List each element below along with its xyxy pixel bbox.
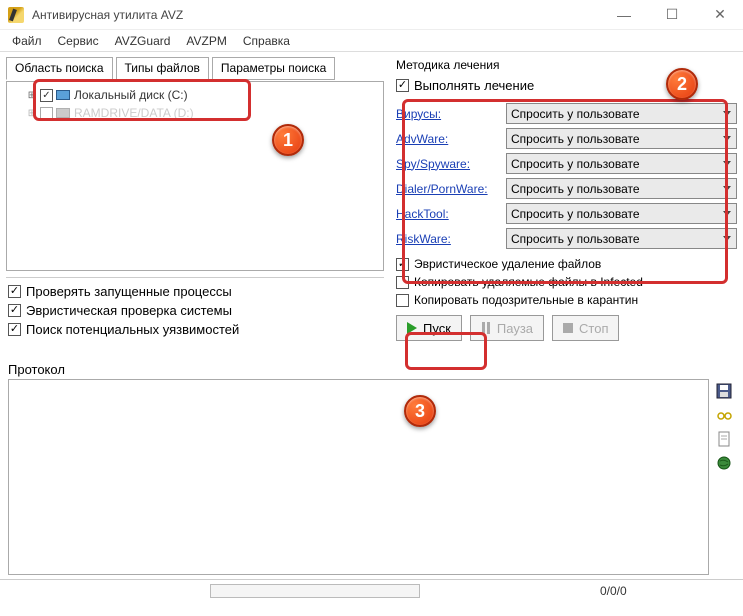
drive-c-label: Локальный диск (C:) — [74, 88, 188, 102]
label-copy-infected: Копировать удаляемые файлы в Infected — [414, 275, 643, 289]
drive-tree[interactable]: ⊞ ✓ Локальный диск (C:) ⊞ RAMDRIVE/DATA … — [6, 81, 384, 271]
label-heur-del: Эвристическое удаление файлов — [414, 257, 601, 271]
checkbox-copy-quarantine[interactable] — [396, 294, 409, 307]
tab-scan-area[interactable]: Область поиска — [6, 57, 113, 80]
checkbox-proc[interactable] — [8, 285, 21, 298]
label-perform-cure: Выполнять лечение — [414, 78, 534, 93]
document-icon[interactable] — [716, 431, 732, 447]
combo-advware[interactable]: Спросить у пользовате — [506, 128, 737, 149]
tab-scan-params[interactable]: Параметры поиска — [212, 57, 335, 80]
menu-help[interactable]: Справка — [237, 32, 296, 50]
checkbox-drive-c[interactable]: ✓ — [40, 89, 53, 102]
menu-avzguard[interactable]: AVZGuard — [109, 32, 177, 50]
checkbox-heur-del[interactable] — [396, 258, 409, 271]
checkbox-copy-infected[interactable] — [396, 276, 409, 289]
globe-icon[interactable] — [716, 455, 732, 471]
link-riskware[interactable]: RiskWare: — [396, 232, 506, 246]
drive-other-label: RAMDRIVE/DATA (D:) — [74, 106, 194, 120]
combo-hacktool[interactable]: Спросить у пользовате — [506, 203, 737, 224]
link-virus[interactable]: Вирусы: — [396, 107, 506, 121]
title-bar: Антивирусная утилита AVZ — ☐ ✕ — [0, 0, 743, 30]
combo-spy[interactable]: Спросить у пользовате — [506, 153, 737, 174]
menu-service[interactable]: Сервис — [52, 32, 105, 50]
label-copy-quarantine: Копировать подозрительные в карантин — [414, 293, 638, 307]
combo-virus[interactable]: Спросить у пользовате — [506, 103, 737, 124]
protocol-textarea[interactable] — [8, 379, 709, 575]
menu-avzpm[interactable]: AVZPM — [180, 32, 232, 50]
link-advware[interactable]: AdvWare: — [396, 132, 506, 146]
minimize-button[interactable]: — — [609, 5, 639, 25]
protocol-label: Протокол — [0, 360, 743, 379]
pause-icon — [481, 322, 491, 334]
status-bar: 0/0/0 — [0, 579, 743, 601]
label-heur: Эвристическая проверка системы — [26, 303, 232, 318]
checkbox-heur[interactable] — [8, 304, 21, 317]
checkbox-drive-other[interactable] — [40, 107, 53, 120]
maximize-button[interactable]: ☐ — [657, 5, 687, 25]
start-button[interactable]: Пуск — [396, 315, 462, 341]
glasses-icon[interactable] — [716, 407, 732, 423]
drive-icon — [56, 90, 70, 100]
tree-row-drive-other[interactable]: ⊞ RAMDRIVE/DATA (D:) — [11, 104, 379, 122]
drive-icon — [56, 108, 70, 118]
combo-dialer[interactable]: Спросить у пользовате — [506, 178, 737, 199]
pause-button[interactable]: Пауза — [470, 315, 544, 341]
combo-riskware[interactable]: Спросить у пользовате — [506, 228, 737, 249]
label-vuln: Поиск потенциальных уязвимостей — [26, 322, 239, 337]
status-counts: 0/0/0 — [600, 584, 627, 598]
expander-icon[interactable]: ⊞ — [27, 90, 37, 101]
progress-bar — [210, 584, 420, 598]
stop-icon — [563, 323, 573, 333]
checkbox-vuln[interactable] — [8, 323, 21, 336]
tab-file-types[interactable]: Типы файлов — [116, 57, 209, 80]
play-icon — [407, 322, 417, 334]
link-hacktool[interactable]: HackTool: — [396, 207, 506, 221]
menu-bar: Файл Сервис AVZGuard AVZPM Справка — [0, 30, 743, 52]
checkbox-perform-cure[interactable] — [396, 79, 409, 92]
label-proc: Проверять запущенные процессы — [26, 284, 232, 299]
tree-row-drive-c[interactable]: ⊞ ✓ Локальный диск (C:) — [11, 86, 379, 104]
expander-icon[interactable]: ⊞ — [27, 108, 37, 119]
menu-file[interactable]: Файл — [6, 32, 48, 50]
link-dialer[interactable]: Dialer/PornWare: — [396, 182, 506, 196]
link-spy[interactable]: Spy/Spyware: — [396, 157, 506, 171]
stop-button[interactable]: Стоп — [552, 315, 619, 341]
save-icon[interactable] — [716, 383, 732, 399]
annotation-number-3: 3 — [404, 395, 436, 427]
annotation-number-2: 2 — [666, 68, 698, 100]
window-title: Антивирусная утилита AVZ — [32, 8, 609, 22]
app-icon — [8, 7, 24, 23]
annotation-number-1: 1 — [272, 124, 304, 156]
close-button[interactable]: ✕ — [705, 5, 735, 25]
